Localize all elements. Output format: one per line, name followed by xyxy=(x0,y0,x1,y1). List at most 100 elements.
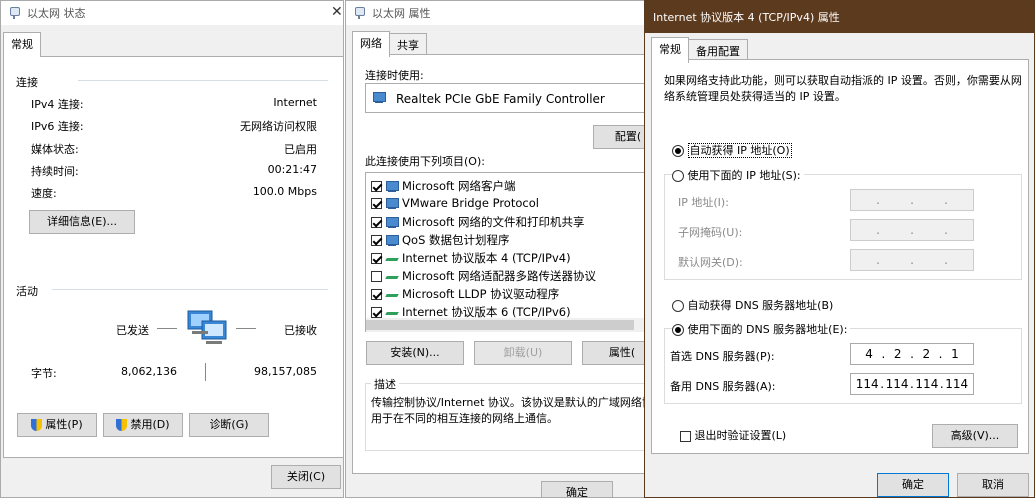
close-icon[interactable]: ✕ xyxy=(331,4,343,20)
auto-dns-radio[interactable]: 自动获得 DNS 服务器地址(B) xyxy=(672,297,833,313)
checkbox[interactable] xyxy=(371,307,382,318)
ok-button[interactable]: 确定 xyxy=(877,473,949,497)
media-state-value: 已启用 xyxy=(284,143,317,156)
sent-line xyxy=(157,328,177,329)
checkbox[interactable] xyxy=(371,289,382,300)
gateway-field[interactable]: ... xyxy=(850,249,974,271)
window-title: 以太网 状态 xyxy=(27,7,86,20)
scrollbar-thumb[interactable] xyxy=(366,320,634,330)
list-item-label: Microsoft LLDP 协议驱动程序 xyxy=(402,287,560,301)
tab-general[interactable]: 常规 xyxy=(651,37,689,63)
adapter-box: Realtek PCIe GbE Family Controller xyxy=(365,83,654,113)
properties-titlebar[interactable]: 以太网 属性 xyxy=(346,1,654,25)
radio-button[interactable] xyxy=(672,170,684,182)
list-item[interactable]: Microsoft LLDP 协议驱动程序 xyxy=(371,286,559,302)
details-button[interactable]: 详细信息(E)... xyxy=(29,210,135,234)
ipv4-properties-window: Internet 协议版本 4 (TCP/IPv4) 属性 常规 备用配置 如果… xyxy=(644,0,1035,498)
connection-section-title: 连接 xyxy=(16,76,38,89)
close-button[interactable]: 关闭(C) xyxy=(271,465,341,489)
preferred-dns-label: 首选 DNS 服务器(P): xyxy=(670,350,775,363)
list-item-label: Internet 协议版本 6 (TCP/IPv6) xyxy=(402,305,571,319)
list-item[interactable]: Microsoft 网络的文件和打印机共享 xyxy=(371,214,585,230)
bytes-label: 字节: xyxy=(31,367,57,380)
advanced-button[interactable]: 高级(V)... xyxy=(932,424,1018,448)
divider xyxy=(78,80,328,81)
checkbox[interactable] xyxy=(371,271,382,282)
checkbox[interactable] xyxy=(680,430,691,442)
ok-button[interactable]: 确定 xyxy=(541,481,613,497)
disable-button[interactable]: 禁用(D) xyxy=(103,413,183,437)
list-item-label: QoS 数据包计划程序 xyxy=(402,233,510,247)
list-item[interactable]: QoS 数据包计划程序 xyxy=(371,232,510,248)
subnet-mask-field[interactable]: ... xyxy=(850,219,974,241)
alternate-dns-field[interactable]: 114. 114. 114. 114 xyxy=(850,373,974,395)
network-adapter-icon xyxy=(352,6,366,20)
list-item[interactable]: Internet 协议版本 4 (TCP/IPv4) xyxy=(371,250,571,266)
tab-general[interactable]: 常规 xyxy=(3,32,41,57)
list-item-label: Microsoft 网络适配器多路传送器协议 xyxy=(402,269,596,283)
protocol-icon xyxy=(385,307,399,318)
manual-dns-radio[interactable]: 使用下面的 DNS 服务器地址(E): xyxy=(672,321,851,337)
radio-button[interactable] xyxy=(672,145,684,157)
ip-dot: . xyxy=(876,193,880,207)
checkbox[interactable] xyxy=(371,181,382,192)
checkbox[interactable] xyxy=(371,235,382,246)
diagnose-button[interactable]: 诊断(G) xyxy=(189,413,269,437)
manual-dns-label: 使用下面的 DNS 服务器地址(E): xyxy=(687,323,848,336)
list-item[interactable]: Microsoft 网络适配器多路传送器协议 xyxy=(371,268,596,284)
window-title: 以太网 属性 xyxy=(372,7,431,20)
list-item[interactable]: Microsoft 网络客户端 xyxy=(371,178,516,194)
gateway-label: 默认网关(D): xyxy=(678,256,743,269)
activity-section-title: 活动 xyxy=(16,285,38,298)
auto-ip-radio[interactable]: 自动获得 IP 地址(O) xyxy=(672,142,792,158)
manual-ip-radio[interactable]: 使用下面的 IP 地址(S): xyxy=(672,167,804,183)
adapter-name: Realtek PCIe GbE Family Controller xyxy=(396,92,605,106)
description-text-line2: 用于在不同的相互连接的网络上通信。 xyxy=(371,412,558,425)
tab-network[interactable]: 网络 xyxy=(352,31,390,57)
network-adapter-icon xyxy=(7,6,21,20)
bytes-received-value: 98,157,085 xyxy=(254,365,317,378)
uninstall-button[interactable]: 卸载(U) xyxy=(474,341,572,365)
ipv6-value: 无网络访问权限 xyxy=(240,120,317,133)
list-item-label: Internet 协议版本 4 (TCP/IPv4) xyxy=(402,251,571,265)
ip-dot: . xyxy=(910,253,914,267)
list-item[interactable]: VMware Bridge Protocol xyxy=(371,196,539,210)
checkbox[interactable] xyxy=(371,253,382,264)
status-panel: 连接 IPv4 连接: Internet IPv6 连接: 无网络访问权限 媒体… xyxy=(3,56,343,458)
ip-octet: 114 xyxy=(915,377,939,391)
ip-address-label: IP 地址(I): xyxy=(678,196,729,209)
ip-dot: . xyxy=(876,223,880,237)
network-activity-icon xyxy=(184,305,230,351)
manual-ip-label: 使用下面的 IP 地址(S): xyxy=(687,169,801,182)
status-tabs: 常规 xyxy=(3,32,41,57)
validate-settings-label: 退出时验证设置(L) xyxy=(694,429,787,442)
protocol-icon xyxy=(385,289,399,300)
status-titlebar[interactable]: 以太网 状态 xyxy=(1,1,343,25)
ipv4-titlebar[interactable]: Internet 协议版本 4 (TCP/IPv4) 属性 xyxy=(645,1,1034,33)
preferred-dns-field[interactable]: 4. 2. 2. 1 xyxy=(850,343,974,365)
ip-octet: 4 xyxy=(865,347,873,361)
bytes-divider xyxy=(205,363,206,381)
uac-shield-icon xyxy=(116,419,128,431)
radio-button[interactable] xyxy=(672,300,684,312)
ip-dot: . xyxy=(944,223,948,237)
properties-button-label: 属性(P) xyxy=(45,418,83,431)
duration-value: 00:21:47 xyxy=(267,163,317,176)
radio-button[interactable] xyxy=(672,324,684,336)
uac-shield-icon xyxy=(31,419,43,431)
ip-dot: . xyxy=(910,347,914,361)
ip-address-field[interactable]: ... xyxy=(850,189,974,211)
checkbox[interactable] xyxy=(371,198,382,209)
speed-label: 速度: xyxy=(31,187,57,200)
properties-button[interactable]: 属性(P) xyxy=(17,413,97,437)
ip-dot: . xyxy=(944,253,948,267)
horizontal-scrollbar[interactable] xyxy=(366,318,654,332)
ip-dot: . xyxy=(939,377,944,391)
checkbox[interactable] xyxy=(371,217,382,228)
install-button[interactable]: 安装(N)... xyxy=(366,341,464,365)
cancel-button[interactable]: 取消 xyxy=(957,473,1029,497)
validate-settings-checkbox[interactable]: 退出时验证设置(L) xyxy=(680,427,786,443)
network-client-icon xyxy=(385,217,399,228)
ip-dot: . xyxy=(938,347,943,361)
media-state-label: 媒体状态: xyxy=(31,143,79,156)
